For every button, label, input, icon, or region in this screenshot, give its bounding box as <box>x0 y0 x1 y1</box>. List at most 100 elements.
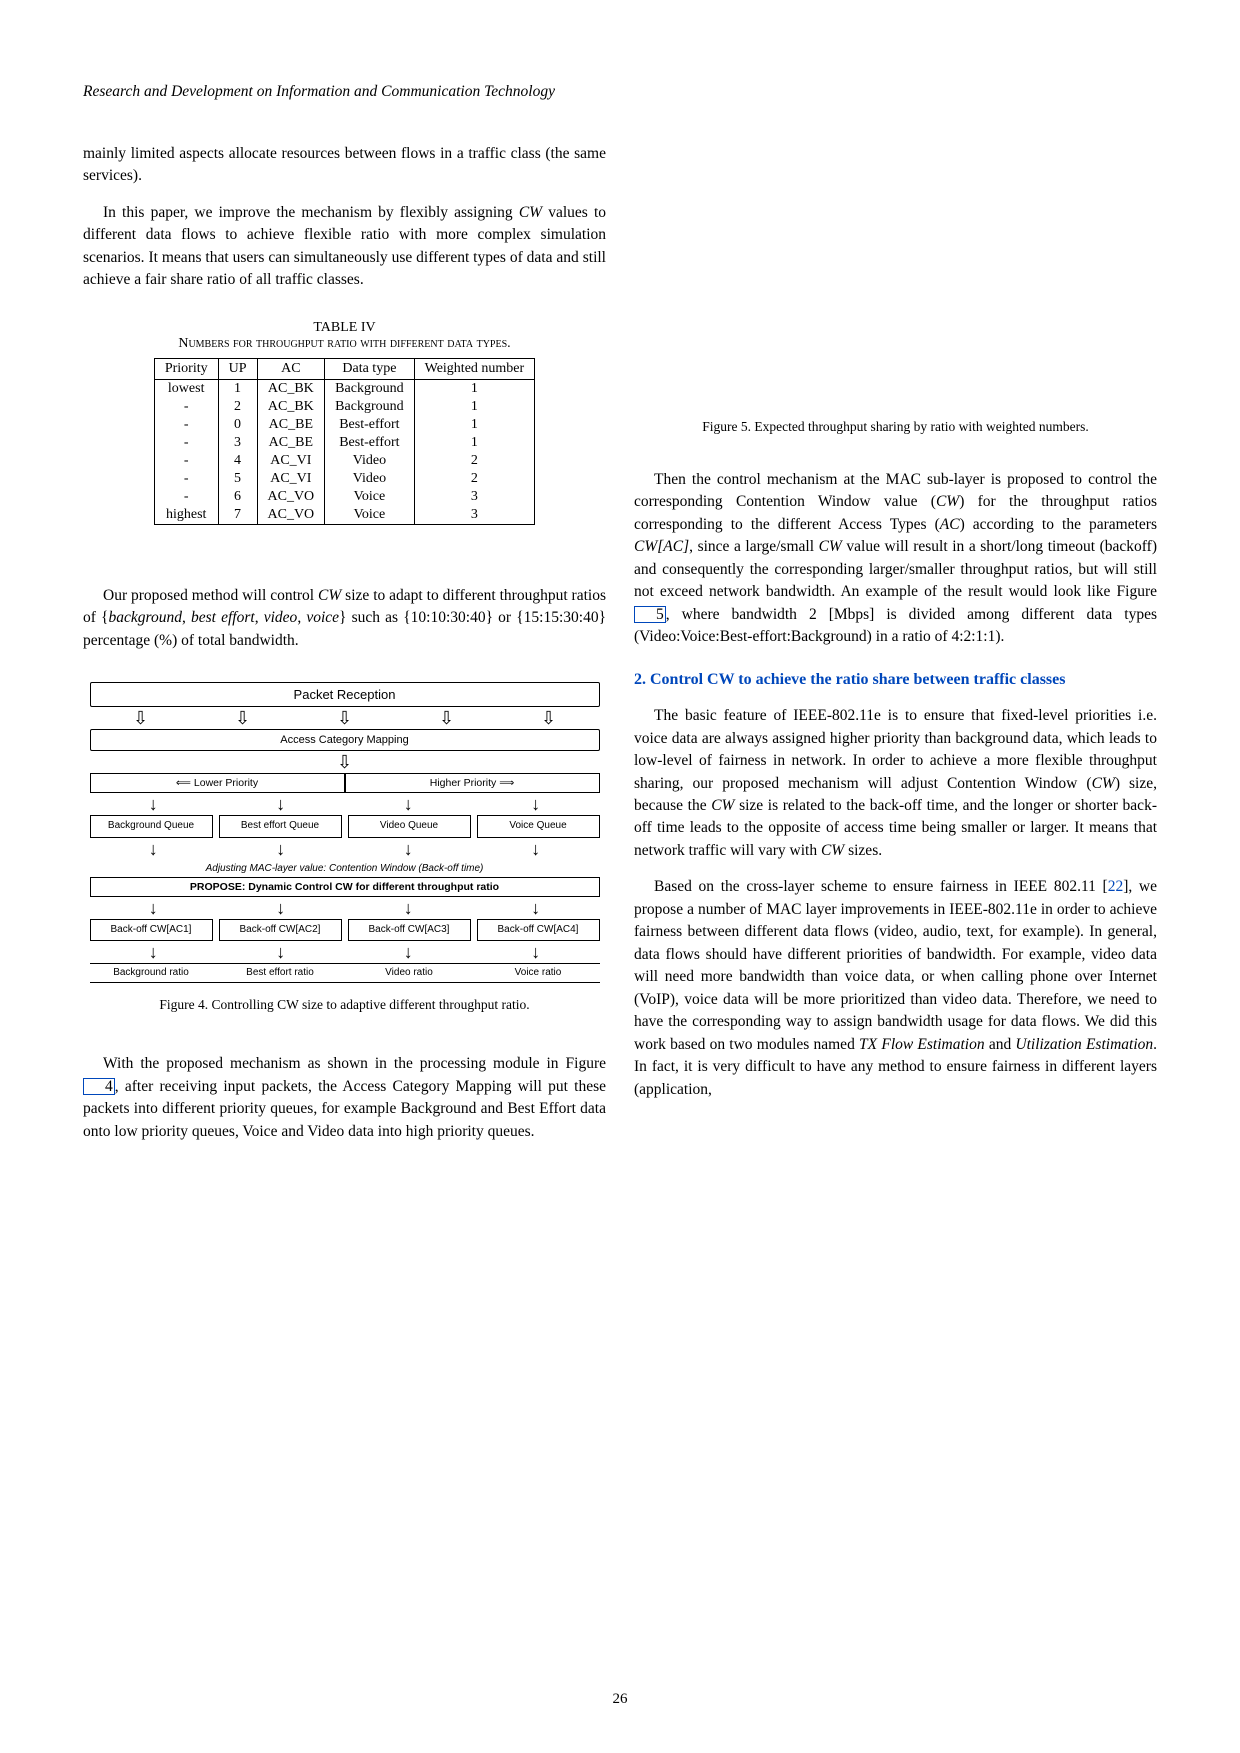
table-cell: 7 <box>218 506 257 525</box>
cw-term: CW <box>318 587 341 604</box>
text: , since a large/small <box>689 538 818 555</box>
arrows-row: ⇩ ⇩ ⇩ ⇩ ⇩ <box>90 707 600 729</box>
table-row: -0AC_BEBest-effort1 <box>154 416 534 434</box>
arrows-row: ↓ ↓ ↓ ↓ <box>90 941 600 963</box>
table-cell: 6 <box>218 488 257 506</box>
th-priority: Priority <box>154 358 218 379</box>
diagram-ratio-2: Best effort ratio <box>219 967 342 979</box>
table-cell: AC_VO <box>257 506 325 525</box>
text: , where bandwidth 2 [Mbps] is divided am… <box>634 606 1157 645</box>
text: The basic feature of IEEE-802.11e is to … <box>634 707 1157 791</box>
arrow-down-icon: ↓ <box>276 943 285 961</box>
ac-term: AC <box>940 516 960 533</box>
arrow-down-icon: ⇩ <box>337 752 352 772</box>
arrow-down-icon: ↓ <box>404 899 413 917</box>
table-label: TABLE IV <box>83 320 606 336</box>
table-row: -2AC_BKBackground1 <box>154 398 534 416</box>
table-cell: - <box>154 470 218 488</box>
table-cell: AC_VI <box>257 470 325 488</box>
table-cell: 3 <box>218 434 257 452</box>
arrow-down-icon: ⇩ <box>541 709 556 727</box>
table-cell: 5 <box>218 470 257 488</box>
table-cell: AC_VI <box>257 452 325 470</box>
arrows-row: ↓ ↓ ↓ ↓ <box>90 838 600 860</box>
arrow-down-icon: ↓ <box>404 795 413 813</box>
table-cell: AC_BK <box>257 398 325 416</box>
table-cell: 4 <box>218 452 257 470</box>
para-3: Our proposed method will control CW size… <box>83 585 606 652</box>
text: , after receiving input packets, the Acc… <box>83 1078 606 1140</box>
diagram-backoff-2: Back-off CW[AC2] <box>219 919 342 942</box>
diagram-bg-queue: Background Queue <box>90 815 213 838</box>
arrow-down-icon: ↓ <box>531 795 540 813</box>
page-header: Research and Development on Information … <box>83 83 1157 101</box>
text: In this paper, we improve the mechanism … <box>103 204 519 221</box>
tx-term: TX Flow Estimation <box>859 1036 985 1053</box>
figure-ref-link[interactable]: 5 <box>634 606 666 624</box>
table-cell: 1 <box>414 379 535 398</box>
text: sizes. <box>844 842 882 859</box>
figure-ref-link[interactable]: 4 <box>83 1078 115 1096</box>
table-cell: - <box>154 398 218 416</box>
table-cell: AC_VO <box>257 488 325 506</box>
table-cell: 1 <box>414 398 535 416</box>
table-cell: AC_BE <box>257 416 325 434</box>
arrows-row: ↓ ↓ ↓ ↓ <box>90 897 600 919</box>
section-heading: 2. Control CW to achieve the ratio share… <box>634 669 1157 691</box>
table-cell: highest <box>154 506 218 525</box>
text: , <box>297 609 306 626</box>
diagram-higher-priority: Higher Priority ⟹ <box>345 773 600 793</box>
diagram-ratio-3: Video ratio <box>348 967 471 979</box>
text: and <box>985 1036 1016 1053</box>
arrow-down-single: ⇩ <box>90 751 600 773</box>
para-r1: Then the control mechanism at the MAC su… <box>634 469 1157 649</box>
cwac-term: CW[AC] <box>634 538 689 555</box>
table-cell: AC_BE <box>257 434 325 452</box>
table-header-row: Priority UP AC Data type Weighted number <box>154 358 534 379</box>
diagram-vi-queue: Video Queue <box>348 815 471 838</box>
table-row: -6AC_VOVoice3 <box>154 488 534 506</box>
para-r2: The basic feature of IEEE-802.11e is to … <box>634 705 1157 862</box>
table-cell: Voice <box>325 488 414 506</box>
para-1: mainly limited aspects allocate resource… <box>83 143 606 188</box>
table-row: lowest1AC_BKBackground1 <box>154 379 534 398</box>
diagram-lower-priority: ⟸ Lower Priority <box>90 773 345 793</box>
table-cell: Background <box>325 379 414 398</box>
text: Higher Priority <box>430 777 497 789</box>
table-cell: 0 <box>218 416 257 434</box>
cw-term: CW <box>711 797 734 814</box>
bg-term: background <box>109 609 182 626</box>
table-iv: Priority UP AC Data type Weighted number… <box>154 358 535 525</box>
table-cell: 2 <box>414 470 535 488</box>
figure-5-placeholder <box>634 143 1157 413</box>
table-cell: 2 <box>218 398 257 416</box>
right-column: Figure 5. Expected throughput sharing by… <box>634 143 1157 1157</box>
arrows-row: ↓ ↓ ↓ ↓ <box>90 793 600 815</box>
arrow-down-icon: ↓ <box>531 840 540 858</box>
figure-5-caption: Figure 5. Expected throughput sharing by… <box>634 419 1157 435</box>
diagram-backoff-4: Back-off CW[AC4] <box>477 919 600 942</box>
vo-term: voice <box>306 609 339 626</box>
arrow-down-icon: ⇩ <box>337 709 352 727</box>
arrow-down-icon: ↓ <box>276 795 285 813</box>
arrow-down-icon: ⇩ <box>133 709 148 727</box>
table-cell: Background <box>325 398 414 416</box>
citation-link[interactable]: 22 <box>1108 878 1124 895</box>
table-cell: Voice <box>325 506 414 525</box>
arrow-down-icon: ↓ <box>276 840 285 858</box>
th-up: UP <box>218 358 257 379</box>
text: , <box>182 609 191 626</box>
arrow-down-icon: ⇩ <box>439 709 454 727</box>
diagram-be-queue: Best effort Queue <box>219 815 342 838</box>
th-datatype: Data type <box>325 358 414 379</box>
table-cell: 1 <box>414 434 535 452</box>
table-cell: AC_BK <box>257 379 325 398</box>
table-cell: Video <box>325 470 414 488</box>
left-column: mainly limited aspects allocate resource… <box>83 143 606 1157</box>
arrow-down-icon: ↓ <box>149 899 158 917</box>
diagram-backoff-1: Back-off CW[AC1] <box>90 919 213 942</box>
text: ) according to the parameters <box>960 516 1157 533</box>
text: Our proposed method will control <box>103 587 318 604</box>
diagram-propose: PROPOSE: Dynamic Control CW for differen… <box>90 877 600 897</box>
page-number: 26 <box>0 1691 1240 1708</box>
